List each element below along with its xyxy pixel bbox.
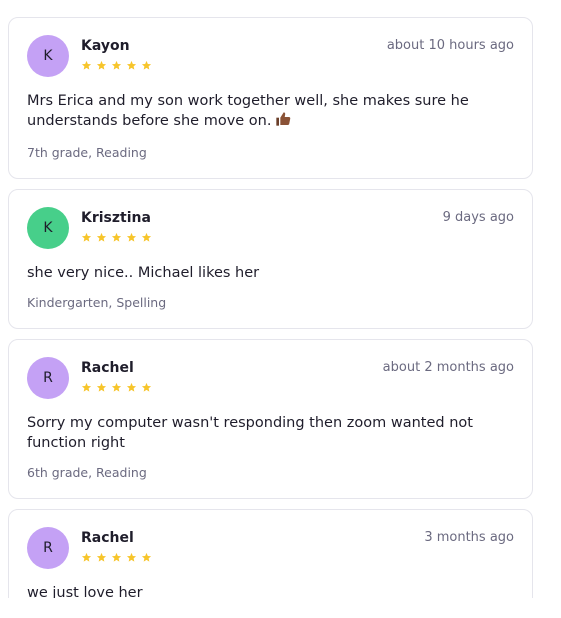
reviewer-name: Rachel bbox=[81, 530, 134, 546]
star-icon bbox=[81, 232, 92, 242]
review-header: K Kayon about 10 hours ago bbox=[27, 35, 514, 79]
avatar: R bbox=[27, 357, 69, 399]
review-subject: 6th grade, Reading bbox=[27, 465, 147, 480]
review-header: K Krisztina 9 days ago bbox=[27, 207, 514, 251]
review-comment: Mrs Erica and my son work together well,… bbox=[27, 91, 507, 133]
review-subject: 7th grade, Reading bbox=[27, 145, 147, 160]
reviewer-name: Krisztina bbox=[81, 210, 151, 226]
star-icon bbox=[126, 552, 137, 562]
review-list: K Kayon about 10 hours ago Mrs Erica and… bbox=[8, 17, 533, 598]
star-rating bbox=[81, 60, 152, 71]
review-comment: we just love her bbox=[27, 585, 143, 598]
star-icon bbox=[111, 382, 122, 392]
review-time: 9 days ago bbox=[442, 210, 514, 225]
avatar: R bbox=[27, 527, 69, 569]
review-time: about 10 hours ago bbox=[386, 38, 514, 53]
avatar-initial: K bbox=[43, 48, 53, 64]
review-comment: she very nice.. Michael likes her bbox=[27, 265, 260, 281]
review-header: R Rachel about 2 months ago bbox=[27, 357, 514, 401]
review-subject: Kindergarten, Spelling bbox=[27, 295, 167, 310]
star-icon bbox=[81, 382, 92, 392]
avatar: K bbox=[27, 207, 69, 249]
star-icon bbox=[96, 552, 107, 562]
star-icon bbox=[96, 232, 107, 242]
star-icon bbox=[141, 382, 152, 392]
star-icon bbox=[96, 60, 107, 70]
reviewer-name: Kayon bbox=[81, 38, 130, 54]
reviews-viewport[interactable]: K Kayon about 10 hours ago Mrs Erica and… bbox=[0, 0, 561, 598]
review-comment-text: Mrs Erica and my son work together well,… bbox=[27, 93, 469, 129]
star-icon bbox=[81, 552, 92, 562]
review-card: R Rachel 3 months ago we just love her bbox=[8, 509, 533, 598]
review-comment: Sorry my computer wasn't responding then… bbox=[27, 415, 473, 451]
star-icon bbox=[126, 60, 137, 70]
avatar-initial: K bbox=[43, 220, 53, 236]
star-icon bbox=[141, 552, 152, 562]
review-time: 3 months ago bbox=[424, 530, 514, 545]
reviewer-name: Rachel bbox=[81, 360, 134, 376]
star-icon bbox=[81, 60, 92, 70]
review-time: about 2 months ago bbox=[382, 360, 514, 375]
avatar-initial: R bbox=[43, 370, 53, 386]
avatar-initial: R bbox=[43, 540, 53, 556]
review-header: R Rachel 3 months ago bbox=[27, 527, 514, 571]
thumbs-up-icon bbox=[275, 111, 291, 133]
star-rating bbox=[81, 552, 152, 563]
star-rating bbox=[81, 382, 152, 393]
star-icon bbox=[111, 232, 122, 242]
review-card: K Kayon about 10 hours ago Mrs Erica and… bbox=[8, 17, 533, 179]
star-icon bbox=[126, 382, 137, 392]
star-icon bbox=[111, 60, 122, 70]
star-icon bbox=[141, 60, 152, 70]
review-card: K Krisztina 9 days ago she very nice.. M… bbox=[8, 189, 533, 329]
star-icon bbox=[126, 232, 137, 242]
star-icon bbox=[111, 552, 122, 562]
star-icon bbox=[96, 382, 107, 392]
avatar: K bbox=[27, 35, 69, 77]
star-rating bbox=[81, 232, 152, 243]
star-icon bbox=[141, 232, 152, 242]
review-card: R Rachel about 2 months ago Sorry my com… bbox=[8, 339, 533, 499]
